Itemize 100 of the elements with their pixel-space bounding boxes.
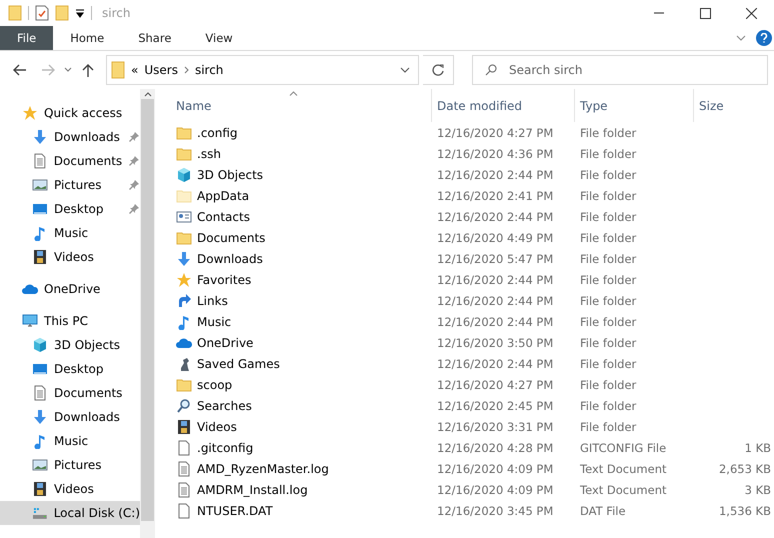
address-bar[interactable]: « Users sirch xyxy=(106,55,419,85)
cube-icon xyxy=(32,337,48,353)
date-cell-text: 12/16/2020 4:27 PM xyxy=(436,126,554,140)
type-cell-text: File folder xyxy=(579,146,638,160)
breadcrumb-overflow[interactable]: « xyxy=(131,63,138,77)
contact-card-icon xyxy=(176,208,192,224)
breadcrumb[interactable]: sirch xyxy=(194,63,224,77)
nav-item[interactable]: Documents xyxy=(0,149,140,173)
film-icon xyxy=(32,249,48,265)
type-cell-text: File folder xyxy=(579,420,638,434)
date-cell-text: 12/16/2020 2:44 PM xyxy=(436,294,554,308)
ribbon-tab[interactable]: Share xyxy=(121,26,188,50)
folder-icon xyxy=(176,124,192,140)
date-cell-text: 12/16/2020 2:44 PM xyxy=(436,168,554,182)
nav-item[interactable]: Pictures xyxy=(0,173,140,197)
nav-item[interactable]: Desktop xyxy=(0,357,140,381)
file-name[interactable]: AppData xyxy=(160,188,432,204)
nav-item[interactable]: Videos xyxy=(0,245,140,269)
date-cell-text: 12/16/2020 2:44 PM xyxy=(436,272,554,286)
drive-icon xyxy=(32,505,48,521)
file-name[interactable]: Searches xyxy=(160,398,432,414)
nav-item[interactable]: Pictures xyxy=(0,453,140,477)
nav-item[interactable]: Videos xyxy=(0,477,140,501)
file-name[interactable]: Saved Games xyxy=(160,356,432,372)
recent-locations-icon[interactable] xyxy=(64,67,72,73)
type-cell-text: File folder xyxy=(579,230,638,244)
cube-icon xyxy=(176,166,192,182)
folder-icon xyxy=(176,188,192,204)
pin-icon[interactable] xyxy=(128,155,140,167)
file-name[interactable]: AMD_RyzenMaster.log xyxy=(160,460,432,476)
star-icon xyxy=(22,105,38,121)
folder-icon xyxy=(176,146,192,162)
file-name[interactable]: Music xyxy=(160,314,432,330)
size-cell-text: 2,653 KB xyxy=(718,462,772,476)
nav-item[interactable]: Downloads xyxy=(0,125,140,149)
scroll-up-icon[interactable] xyxy=(144,91,152,97)
file-name[interactable]: Contacts xyxy=(160,208,432,224)
scrollbar[interactable] xyxy=(140,89,155,538)
monitor-icon xyxy=(32,361,48,377)
down-arrow-icon xyxy=(32,129,48,145)
file-name[interactable]: .ssh xyxy=(160,146,432,162)
file-name[interactable]: .config xyxy=(160,124,432,140)
chevron-down-icon[interactable] xyxy=(736,35,746,41)
date-cell-text: 12/16/2020 2:41 PM xyxy=(436,188,554,202)
chevron-right-icon xyxy=(184,66,189,74)
checked-document-icon[interactable] xyxy=(35,5,49,21)
scrollbar-thumb[interactable] xyxy=(141,99,154,521)
document-icon xyxy=(32,385,48,401)
pin-icon[interactable] xyxy=(128,179,140,191)
nav-item[interactable]: Local Disk (C:) xyxy=(0,501,140,525)
dropdown-icon[interactable] xyxy=(75,8,85,18)
ribbon-tab[interactable]: Home xyxy=(53,26,122,50)
file-name[interactable]: 3D Objects xyxy=(160,166,432,182)
size-cell-text: 1 KB xyxy=(744,440,772,454)
type-cell-text: File folder xyxy=(579,272,638,286)
column-header[interactable]: Date modified xyxy=(432,89,575,122)
search-box[interactable]: Search sirch xyxy=(472,55,768,85)
type-cell-text: File folder xyxy=(579,210,638,224)
column-header[interactable]: Name xyxy=(160,89,432,122)
refresh-button[interactable] xyxy=(423,55,454,85)
column-header[interactable]: Size xyxy=(694,89,774,122)
file-name[interactable]: .gitconfig xyxy=(160,440,432,456)
nav-item[interactable]: OneDrive xyxy=(0,277,140,301)
nav-item[interactable]: Music xyxy=(0,429,140,453)
date-cell-text: 12/16/2020 2:44 PM xyxy=(436,356,554,370)
nav-item[interactable]: Downloads xyxy=(0,405,140,429)
file-name[interactable]: Favorites xyxy=(160,272,432,288)
pin-icon[interactable] xyxy=(128,203,140,215)
chevron-down-icon[interactable] xyxy=(400,67,410,73)
help-icon[interactable] xyxy=(756,30,772,46)
type-cell-text: File folder xyxy=(579,168,638,182)
down-arrow-icon xyxy=(32,409,48,425)
nav-item[interactable]: This PC xyxy=(0,309,140,333)
type-cell-text: File folder xyxy=(579,188,638,202)
nav-item[interactable]: Quick access xyxy=(0,101,140,125)
file-name[interactable]: NTUSER.DAT xyxy=(160,502,432,518)
file-name[interactable]: Documents xyxy=(160,230,432,246)
down-arrow-icon xyxy=(176,250,192,266)
search-icon xyxy=(485,64,497,76)
file-name[interactable]: Downloads xyxy=(160,250,432,266)
nav-item[interactable]: Music xyxy=(0,221,140,245)
file-name[interactable]: scoop xyxy=(160,376,432,392)
type-cell-text: File folder xyxy=(579,336,638,350)
nav-item[interactable]: Documents xyxy=(0,381,140,405)
column-header[interactable]: Type xyxy=(575,89,694,122)
date-cell-text: 12/16/2020 4:28 PM xyxy=(436,440,554,454)
ribbon-tab[interactable]: View xyxy=(188,26,250,50)
monitor-icon xyxy=(32,201,48,217)
forward-arrow-icon xyxy=(41,64,55,76)
file-name[interactable]: OneDrive xyxy=(160,334,432,350)
maximize-icon xyxy=(700,8,710,18)
type-cell-text: DAT File xyxy=(579,504,627,518)
nav-item[interactable]: 3D Objects xyxy=(0,333,140,357)
breadcrumb[interactable]: Users xyxy=(144,63,178,77)
file-name[interactable]: AMDRM_Install.log xyxy=(160,482,432,498)
nav-item[interactable]: Desktop xyxy=(0,197,140,221)
ribbon-tab[interactable]: File xyxy=(0,26,54,50)
file-name[interactable]: Videos xyxy=(160,418,432,434)
file-name[interactable]: Links xyxy=(160,292,432,308)
pin-icon[interactable] xyxy=(128,131,140,143)
